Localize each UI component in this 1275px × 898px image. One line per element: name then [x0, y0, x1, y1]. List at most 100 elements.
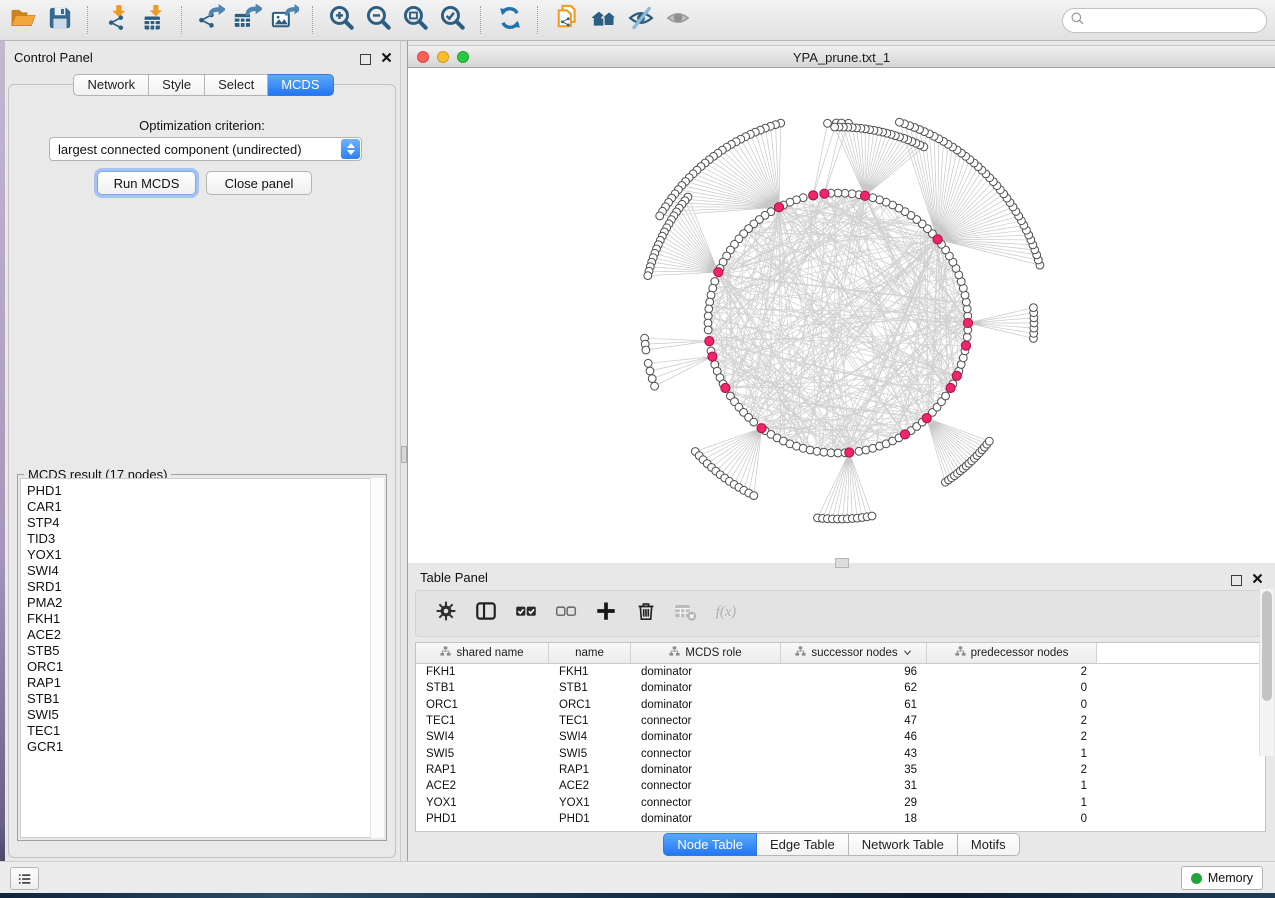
column-header-label: successor nodes	[811, 647, 897, 659]
add-column-button[interactable]	[590, 598, 621, 629]
table-row[interactable]: PHD1PHD1dominator180	[416, 811, 1265, 827]
splitter-handle[interactable]	[835, 558, 849, 568]
memory-button[interactable]: Memory	[1181, 866, 1263, 890]
table-cell: 46	[781, 731, 927, 743]
tab-network-table[interactable]: Network Table	[849, 833, 958, 856]
table-row[interactable]: RAP1RAP1dominator352	[416, 762, 1265, 778]
tab-style[interactable]: Style	[149, 74, 205, 96]
mcds-result-item[interactable]: RAP1	[27, 675, 383, 691]
zoom-fit-button[interactable]	[397, 3, 434, 37]
float-panel-icon[interactable]	[1231, 575, 1242, 586]
column-header-mcds-role[interactable]: MCDS role	[631, 643, 781, 663]
mcds-result-item[interactable]: CAR1	[27, 499, 383, 515]
column-header-name[interactable]: name	[549, 643, 631, 663]
close-panel-button[interactable]: Close panel	[206, 171, 312, 195]
toolbar-separator	[537, 6, 539, 34]
mcds-result-list[interactable]: PHD1CAR1STP4TID3YOX1SWI4SRD1PMA2FKH1ACE2…	[20, 478, 384, 838]
export-table-button[interactable]	[229, 3, 266, 37]
zoom-selected-button[interactable]	[434, 3, 471, 37]
tab-select[interactable]: Select	[205, 74, 268, 96]
export-network-button[interactable]	[192, 3, 229, 37]
table-row[interactable]: ACE2ACE2connector311	[416, 778, 1265, 794]
zoom-in-button[interactable]	[323, 3, 360, 37]
header-filler	[1097, 643, 1265, 663]
mcds-result-item[interactable]: STB5	[27, 643, 383, 659]
show-all-networks-button[interactable]	[585, 3, 622, 37]
table-row[interactable]: STB1STB1dominator620	[416, 680, 1265, 696]
select-all-checkboxes-button[interactable]	[510, 598, 541, 629]
table-row[interactable]: TEC1TEC1connector472	[416, 713, 1265, 729]
import-network-button[interactable]	[98, 3, 135, 37]
tab-edge-table[interactable]: Edge Table	[757, 833, 849, 856]
network-window-titlebar[interactable]: YPA_prune.txt_1	[408, 45, 1275, 68]
network-graph[interactable]	[408, 68, 1275, 563]
column-header-successor-nodes[interactable]: successor nodes	[781, 643, 927, 663]
clone-network-button[interactable]	[548, 3, 585, 37]
list-icon	[16, 870, 34, 888]
float-panel-icon[interactable]	[360, 54, 371, 65]
column-header-predecessor-nodes[interactable]: predecessor nodes	[927, 643, 1097, 663]
mcds-result-item[interactable]: STP4	[27, 515, 383, 531]
table-row[interactable]: SWI5SWI5connector431	[416, 745, 1265, 761]
tab-network[interactable]: Network	[73, 74, 149, 96]
table-cell: YOX1	[416, 797, 549, 809]
table-row[interactable]: FKH1FKH1dominator962	[416, 664, 1265, 680]
mcds-result-item[interactable]: PHD1	[27, 483, 383, 499]
task-history-button[interactable]	[10, 867, 39, 890]
mcds-result-item[interactable]: ORC1	[27, 659, 383, 675]
network-canvas[interactable]	[408, 68, 1275, 563]
split-columns-button[interactable]	[470, 598, 501, 629]
run-mcds-button[interactable]: Run MCDS	[97, 171, 196, 195]
table-row[interactable]: YOX1YOX1connector291	[416, 794, 1265, 810]
import-table-button[interactable]	[135, 3, 172, 37]
show-hidden-icon	[664, 4, 692, 37]
optimization-criterion-select[interactable]: largest connected component (undirected)	[49, 137, 362, 161]
table-cell: ACE2	[549, 780, 631, 792]
close-traffic-light[interactable]	[417, 51, 429, 63]
mcds-result-item[interactable]: TEC1	[27, 723, 383, 739]
tab-mcds[interactable]: MCDS	[268, 74, 333, 96]
settings-gear-button[interactable]	[430, 598, 461, 629]
search-input[interactable]	[1086, 10, 1266, 32]
column-header-shared-name[interactable]: shared name	[416, 643, 549, 663]
hide-selected-button[interactable]	[622, 3, 659, 37]
mcds-list-scrollbar[interactable]	[370, 478, 384, 838]
splitter-handle[interactable]	[401, 446, 407, 463]
zoom-out-button[interactable]	[360, 3, 397, 37]
mcds-result-item[interactable]: PMA2	[27, 595, 383, 611]
mcds-result-item[interactable]: ACE2	[27, 627, 383, 643]
scrollbar-thumb[interactable]	[1262, 591, 1272, 701]
close-panel-icon[interactable]	[1252, 571, 1263, 589]
mcds-result-item[interactable]: SRD1	[27, 579, 383, 595]
save-button[interactable]	[41, 3, 78, 37]
mcds-result-item[interactable]: GCR1	[27, 739, 383, 755]
deselect-all-checkboxes-button[interactable]	[550, 598, 581, 629]
table-cell: dominator	[631, 764, 781, 776]
minimize-traffic-light[interactable]	[437, 51, 449, 63]
network-view-window: YPA_prune.txt_1	[408, 41, 1275, 563]
delete-column-button[interactable]	[630, 598, 661, 629]
close-panel-icon[interactable]	[381, 50, 392, 68]
table-cell: dominator	[631, 682, 781, 694]
mcds-result-item[interactable]: TID3	[27, 531, 383, 547]
open-folder-button[interactable]	[4, 3, 41, 37]
mcds-result-item[interactable]: SWI4	[27, 563, 383, 579]
tab-motifs[interactable]: Motifs	[958, 833, 1020, 856]
export-image-button[interactable]	[266, 3, 303, 37]
search-field[interactable]	[1062, 8, 1267, 33]
maximize-traffic-light[interactable]	[457, 51, 469, 63]
table-scrollbar[interactable]	[1259, 589, 1274, 756]
refresh-button[interactable]	[491, 3, 528, 37]
mcds-result-item[interactable]: STB1	[27, 691, 383, 707]
table-cell: 2	[927, 731, 1097, 743]
table-cell: 1	[927, 780, 1097, 792]
table-row[interactable]: SWI4SWI4dominator462	[416, 729, 1265, 745]
table-cell: RAP1	[549, 764, 631, 776]
mcds-result-item[interactable]: SWI5	[27, 707, 383, 723]
tab-node-table[interactable]: Node Table	[663, 833, 757, 856]
show-hidden-button[interactable]	[659, 3, 696, 37]
mcds-result-item[interactable]: YOX1	[27, 547, 383, 563]
mcds-result-item[interactable]: FKH1	[27, 611, 383, 627]
vertical-splitter[interactable]	[400, 41, 408, 893]
table-row[interactable]: ORC1ORC1dominator610	[416, 697, 1265, 713]
